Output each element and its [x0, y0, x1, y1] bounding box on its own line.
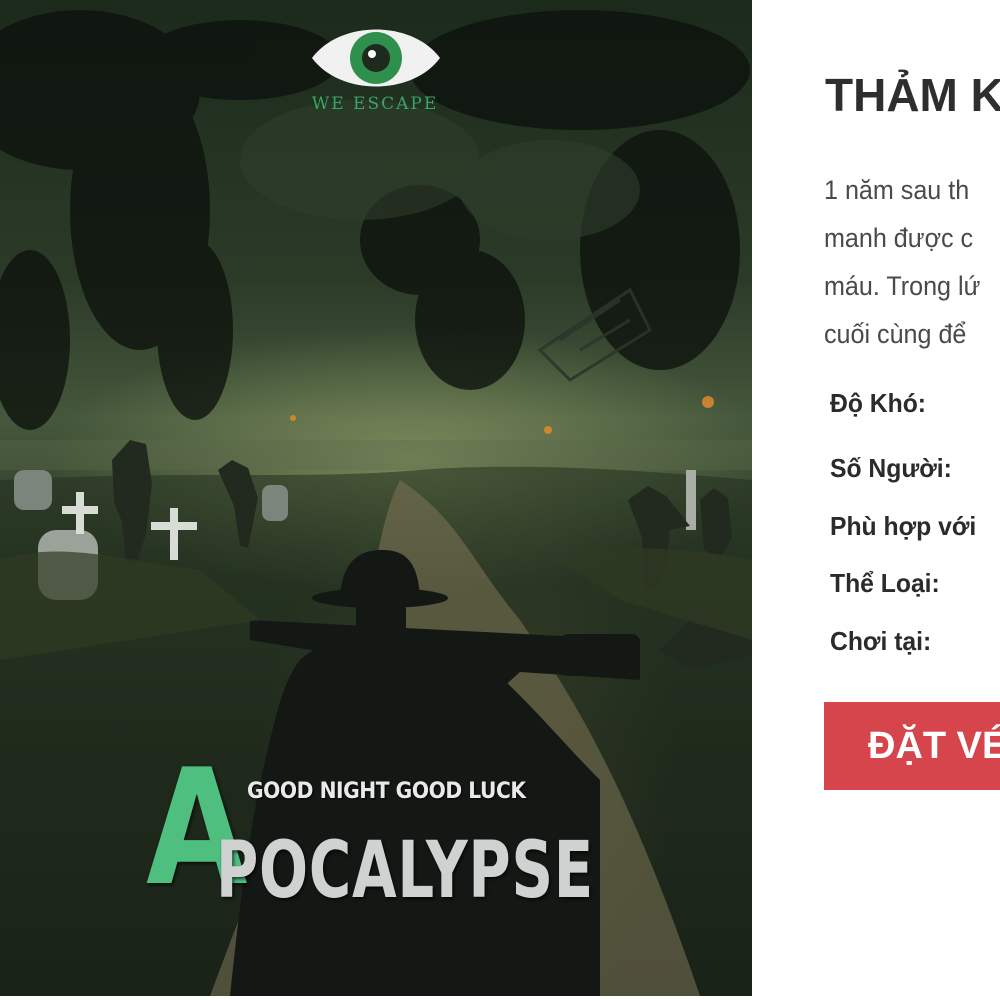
- description-line: manh được c: [824, 223, 974, 253]
- poster-tagline: GOOD NIGHT GOOD LUCK: [247, 779, 526, 804]
- room-description: 1 năm sau th manh được c máu. Trong lứ c…: [824, 170, 1000, 362]
- room-title: THẢM K: [825, 69, 1000, 121]
- description-line: cuối cùng để: [824, 319, 967, 349]
- description-line: 1 năm sau th: [824, 175, 970, 205]
- book-ticket-button[interactable]: ĐẶT VÉ: [824, 702, 1000, 790]
- description-line: máu. Trong lứ: [824, 271, 981, 301]
- genre-label: Thể Loại:: [830, 568, 940, 598]
- play-at-label: Chơi tại:: [830, 626, 932, 656]
- players-label: Số Người:: [830, 453, 952, 483]
- suitable-for-label: Phù hợp với: [830, 511, 977, 541]
- room-poster: WE ESCAPE GOOD NIGHT GOOD LUCK A POCALYP…: [0, 0, 752, 996]
- poster-title-rest: POCALYPSE: [216, 826, 594, 916]
- logo-text: WE ESCAPE: [311, 94, 439, 114]
- room-details-panel: THẢM K 1 năm sau th manh được c máu. Tro…: [752, 0, 1000, 1000]
- difficulty-label: Độ Khó:: [830, 388, 927, 418]
